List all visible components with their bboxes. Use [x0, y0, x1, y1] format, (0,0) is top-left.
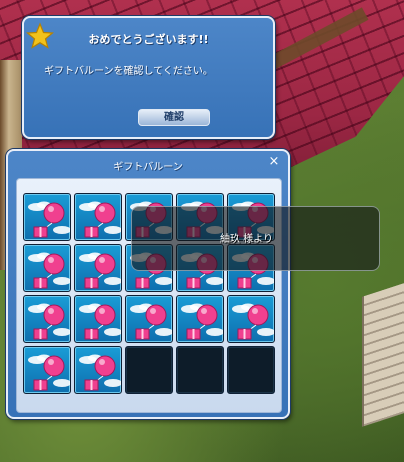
tooltip-sender: 紬玖 様より [220, 234, 273, 245]
inventory-slot-filled[interactable] [74, 244, 122, 292]
confirm-button[interactable]: 確認 [138, 109, 210, 126]
notification-title: おめでとうございます!! [88, 33, 209, 46]
stone-pillar [362, 283, 404, 427]
gift-balloon-icon [79, 303, 121, 340]
gift-balloon-icon [28, 201, 70, 238]
gift-balloon-icon [130, 303, 172, 340]
inventory-slot-empty [227, 346, 275, 394]
gift-balloon-icon [28, 252, 70, 289]
inventory-slot-filled[interactable] [23, 244, 71, 292]
inventory-slot-filled[interactable] [23, 193, 71, 241]
inventory-slot-filled[interactable] [74, 295, 122, 343]
gift-balloon-icon [28, 303, 70, 340]
gift-balloon-icon [28, 354, 70, 391]
notification-dialog: おめでとうございます!! ギフトバルーンを確認してください。 確認 [22, 16, 275, 139]
inventory-slot-filled[interactable] [176, 295, 224, 343]
gift-balloon-window: ギフトバルーン × [6, 149, 290, 419]
gift-balloon-icon [79, 252, 121, 289]
inventory-slot-empty [176, 346, 224, 394]
inventory-slot-filled[interactable] [74, 346, 122, 394]
close-button[interactable]: × [267, 155, 281, 169]
gift-balloon-icon [232, 303, 274, 340]
gift-balloon-icon [79, 201, 121, 238]
item-tooltip: 紬玖 様より [131, 206, 380, 271]
window-title: ギフトバルーン [113, 162, 183, 173]
inventory-slot-filled[interactable] [74, 193, 122, 241]
inventory-slot-filled[interactable] [227, 295, 275, 343]
inventory-slot-filled[interactable] [125, 295, 173, 343]
inventory-slot-filled[interactable] [23, 295, 71, 343]
gift-balloon-icon [181, 303, 223, 340]
inventory-slot-filled[interactable] [23, 346, 71, 394]
notification-message: ギフトバルーンを確認してください。 [44, 66, 213, 77]
gift-balloon-icon [79, 354, 121, 391]
inventory-slot-empty [125, 346, 173, 394]
